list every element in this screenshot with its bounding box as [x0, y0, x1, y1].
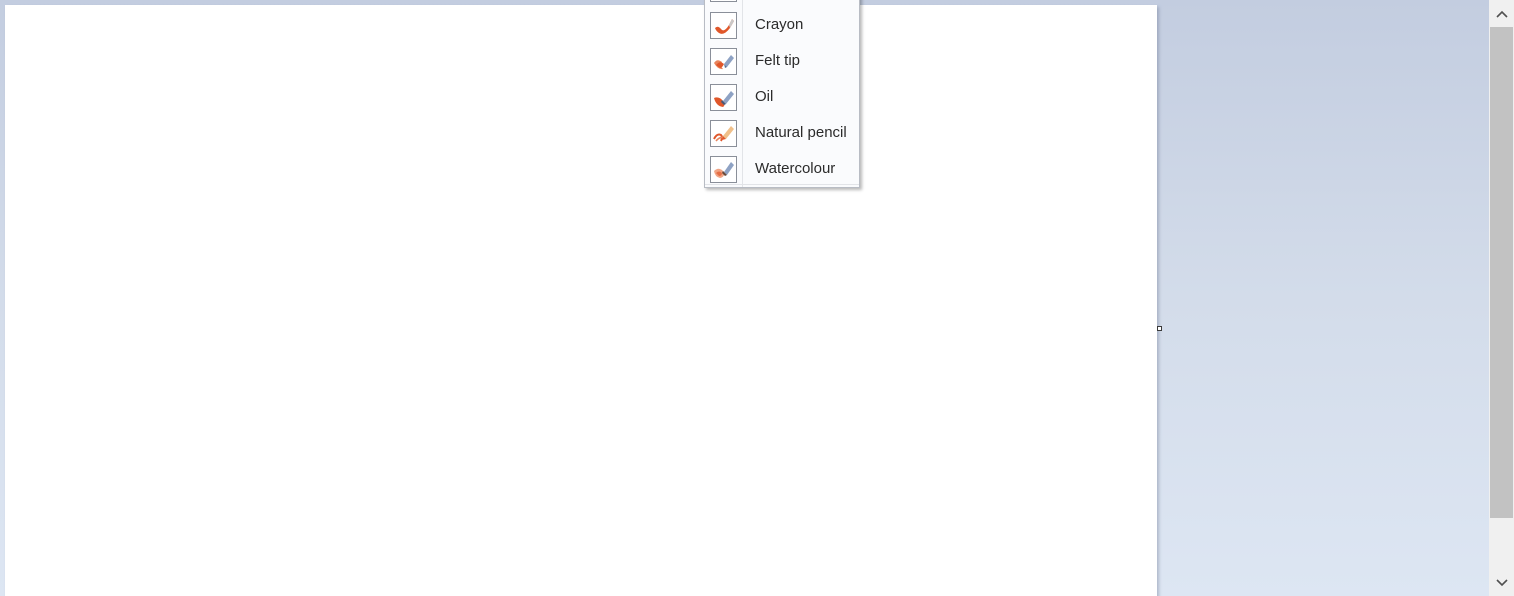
menu-item-natural-pencil[interactable]: Natural pencil — [705, 115, 859, 151]
menu-item-label: Watercolour — [755, 160, 836, 177]
natural-pencil-brush-icon — [710, 120, 737, 147]
chevron-down-icon — [1495, 578, 1508, 586]
felt-tip-brush-icon — [710, 48, 737, 75]
scroll-up-button[interactable] — [1489, 0, 1514, 27]
menu-item-label: Crayon — [755, 16, 804, 33]
menu-separator — [705, 184, 859, 185]
menu-item-label: Oil — [755, 88, 774, 105]
menu-item-oil[interactable]: Oil — [705, 79, 859, 115]
menu-item-felt-tip[interactable]: Felt tip — [705, 43, 859, 79]
brushes-dropdown-menu: Crayon Felt tip Oil Natural pencil Water… — [704, 0, 860, 188]
scroll-thumb[interactable] — [1490, 27, 1513, 518]
menu-item-label: Natural pencil — [755, 124, 847, 141]
menu-item-label: Felt tip — [755, 52, 801, 69]
scroll-down-button[interactable] — [1489, 569, 1514, 596]
vertical-scrollbar[interactable] — [1489, 0, 1514, 596]
drawing-canvas[interactable] — [5, 5, 1157, 596]
watercolour-brush-icon — [710, 156, 737, 183]
crayon-brush-icon — [710, 12, 737, 39]
chevron-up-icon — [1495, 10, 1508, 18]
partial-brush-icon — [710, 0, 737, 2]
canvas-resize-handle[interactable] — [1157, 326, 1162, 331]
menu-item-crayon[interactable]: Crayon — [705, 7, 859, 43]
oil-brush-icon — [710, 84, 737, 111]
menu-item-watercolour[interactable]: Watercolour — [705, 151, 859, 187]
